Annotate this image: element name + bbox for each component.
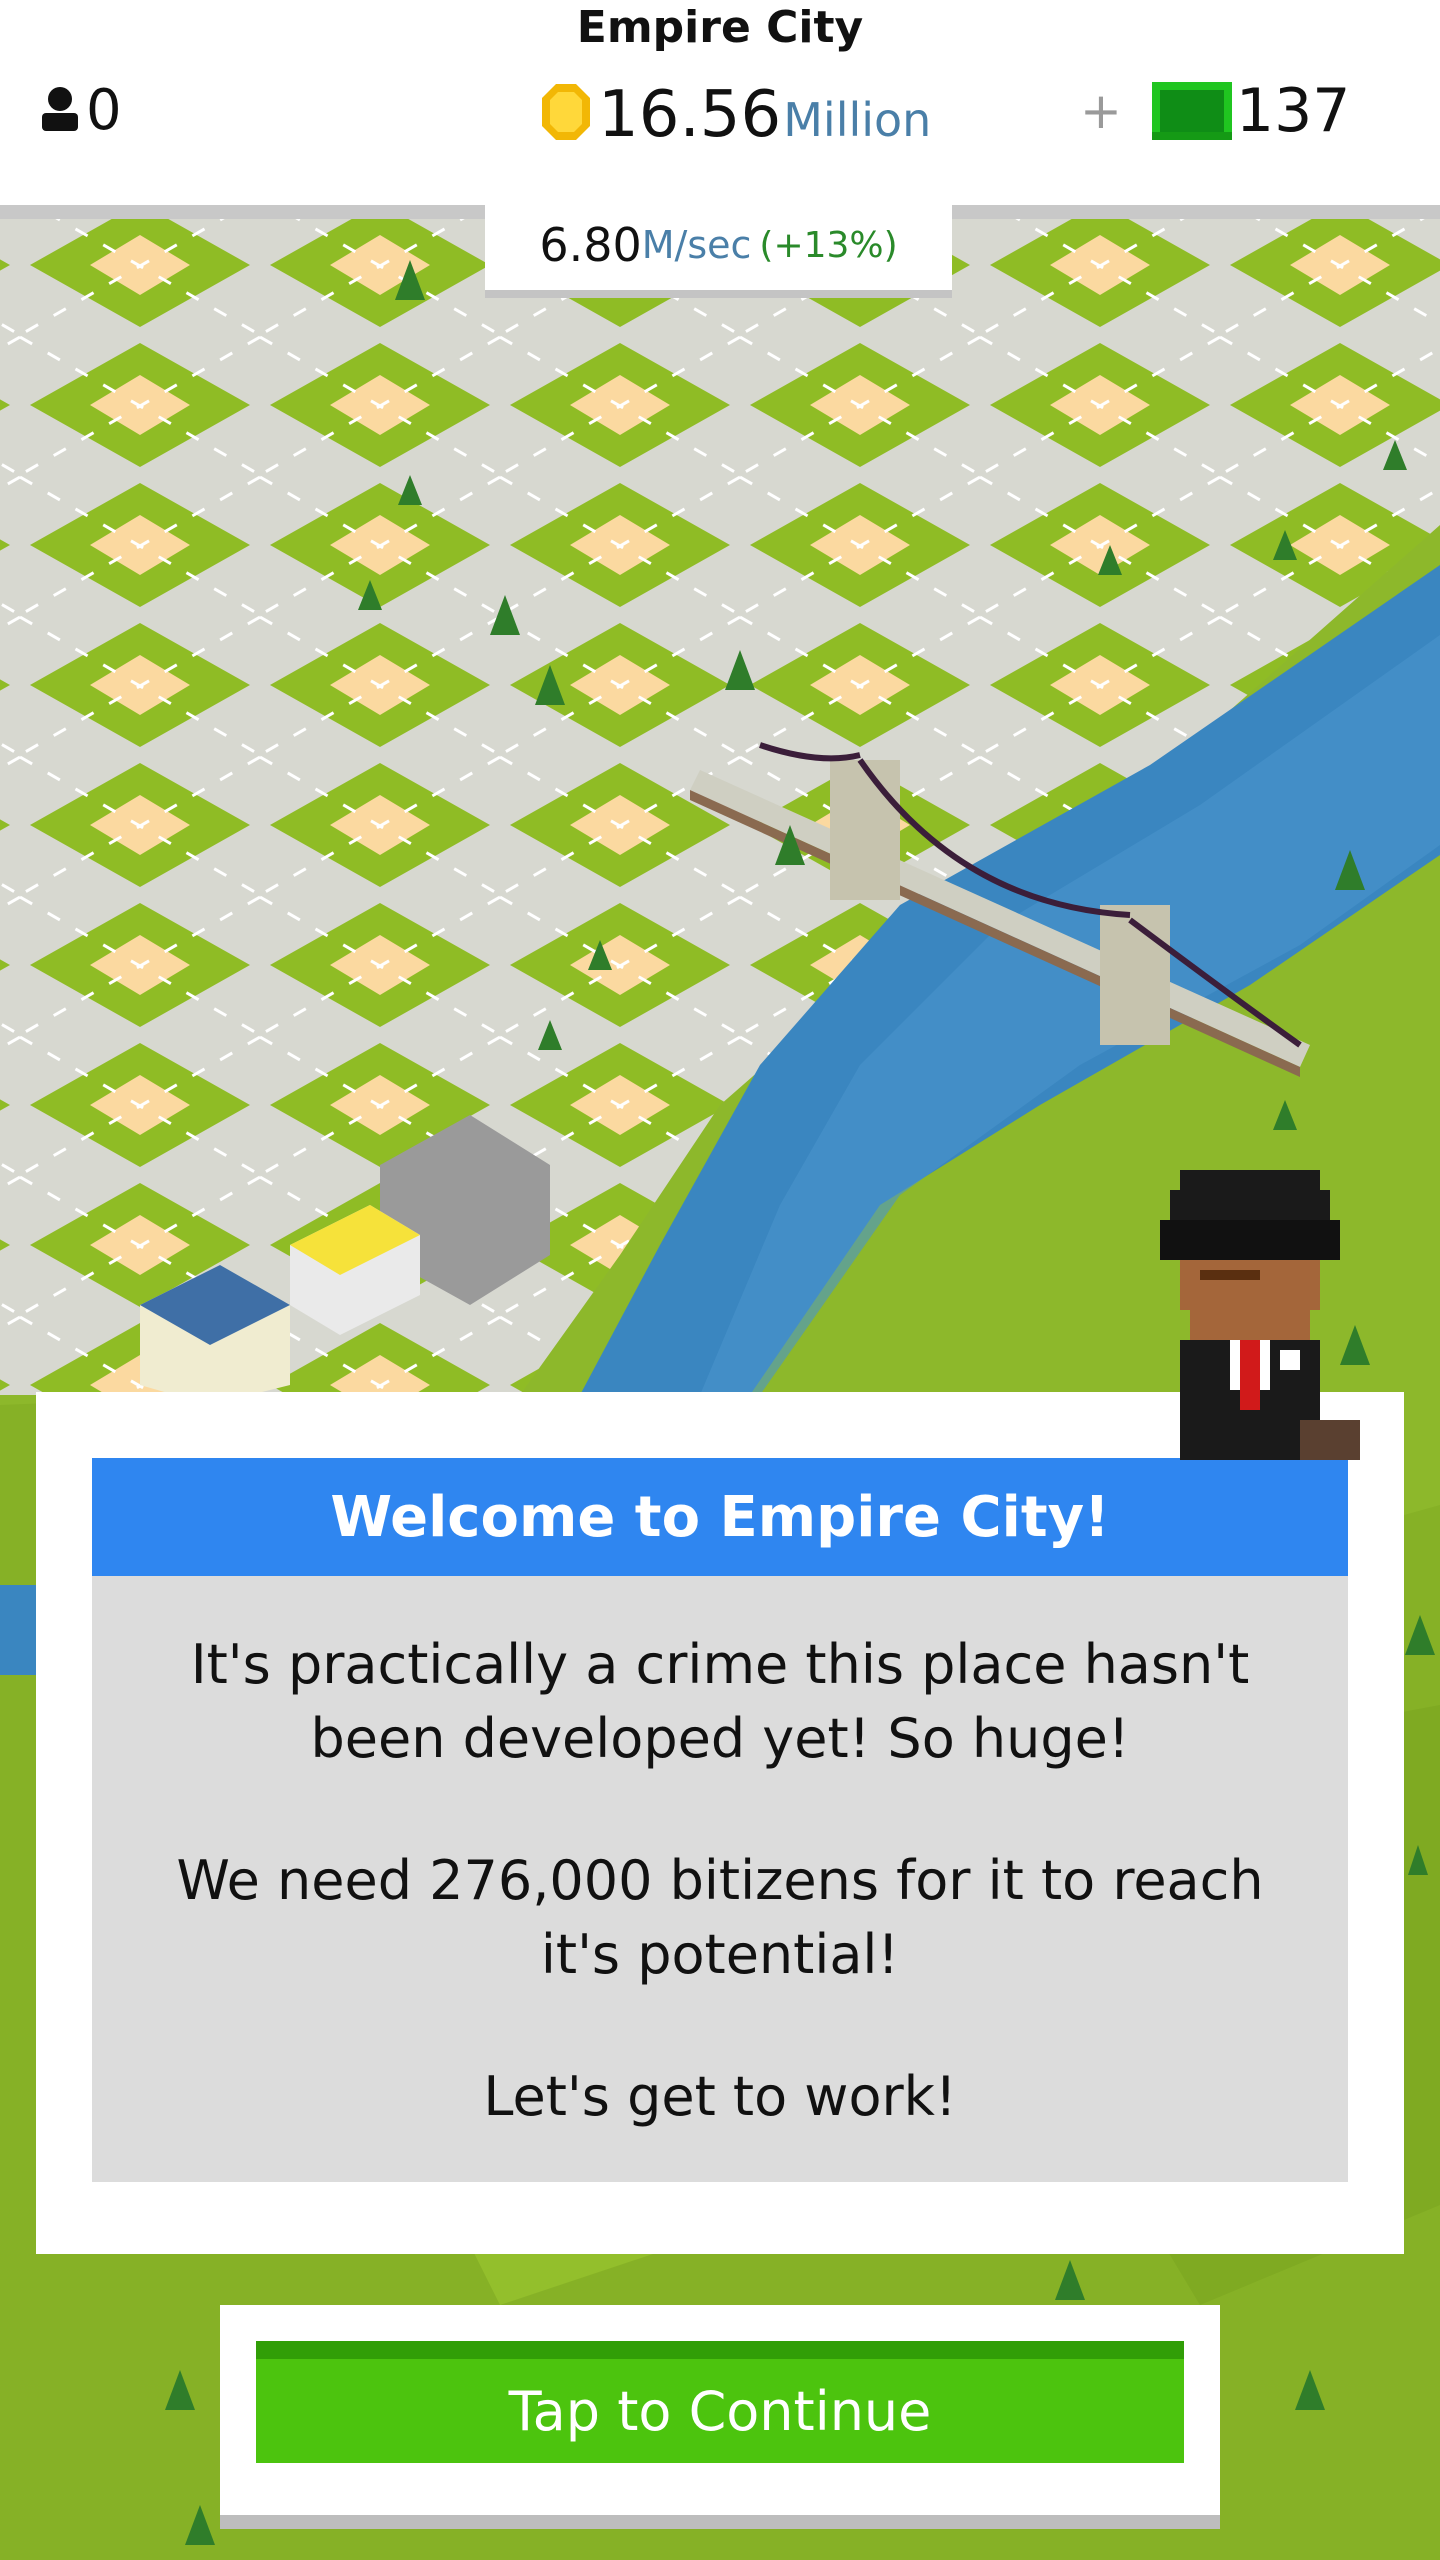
bux-counter[interactable]: + 137	[1080, 76, 1350, 146]
bux-icon	[1151, 82, 1232, 140]
coins-value: 16.56	[598, 78, 782, 152]
dialog-title: Welcome to Empire City!	[330, 1484, 1110, 1550]
top-bar: Empire City 0 16.56 Million + 137	[0, 0, 1440, 205]
agent-character	[1160, 1170, 1360, 1460]
dialog-body: It's practically a crime this place hasn…	[92, 1576, 1348, 2182]
add-bux-button[interactable]: +	[1080, 82, 1122, 140]
coins-counter[interactable]: 16.56 Million	[540, 76, 932, 152]
income-rate-unit: M/sec	[641, 223, 752, 267]
welcome-dialog: Welcome to Empire City! It's practically…	[36, 1392, 1404, 2254]
dialog-header: Welcome to Empire City!	[92, 1458, 1348, 1576]
continue-label: Tap to Continue	[508, 2379, 932, 2443]
dialog-paragraph: Let's get to work!	[483, 2065, 957, 2128]
dialog-paragraph: It's practically a crime this place hasn…	[190, 1633, 1250, 1770]
tap-to-continue-button[interactable]: Tap to Continue	[256, 2341, 1184, 2463]
dialog-paragraph: We need 276,000 bitizens for it to reach…	[176, 1849, 1264, 1986]
population-value: 0	[86, 77, 122, 143]
continue-panel: Tap to Continue	[220, 2305, 1220, 2515]
income-rate[interactable]: 6.80 M/sec (+13%)	[485, 200, 952, 290]
population-counter[interactable]: 0	[38, 77, 122, 143]
income-rate-bonus: (+13%)	[759, 224, 898, 266]
bux-value: 137	[1235, 76, 1351, 146]
income-rate-value: 6.80	[539, 218, 642, 272]
coins-unit: Million	[783, 93, 932, 147]
city-name: Empire City	[576, 2, 864, 53]
coin-icon	[542, 84, 590, 140]
person-icon	[42, 87, 78, 131]
